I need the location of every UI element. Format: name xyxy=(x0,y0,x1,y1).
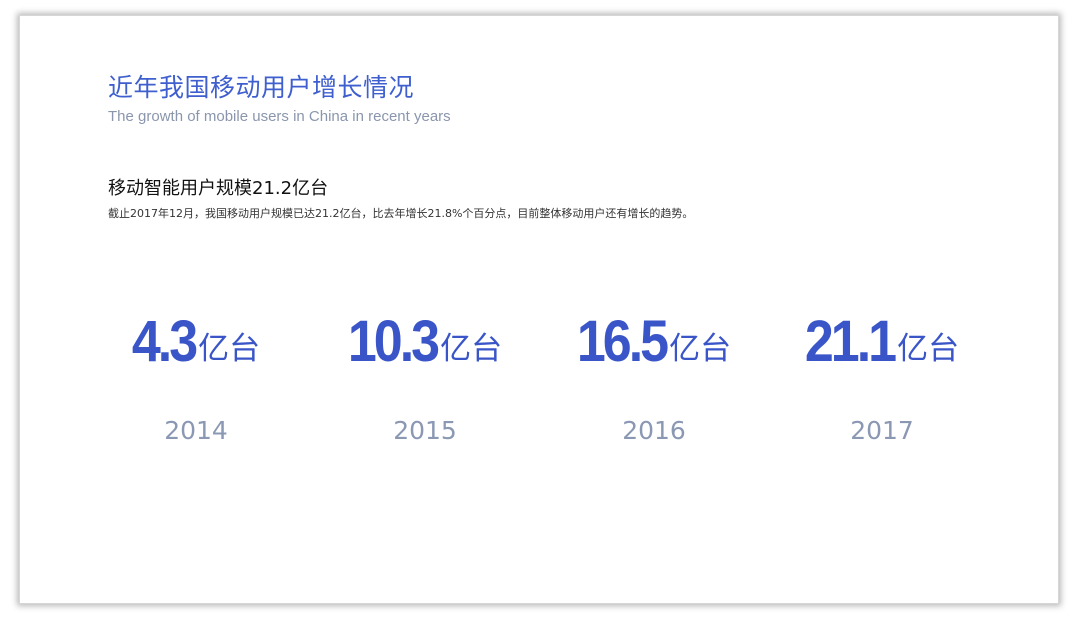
stat-number: 10.3 xyxy=(347,309,440,375)
stat-number: 4.3 xyxy=(131,309,198,375)
stat-item-2017: 21.1亿台 2017 xyxy=(772,309,992,445)
stat-item-2015: 10.3亿台 2015 xyxy=(315,309,535,445)
stat-item-2016: 16.5亿台 2016 xyxy=(544,309,764,445)
stat-number: 16.5 xyxy=(576,309,669,375)
stat-unit: 亿台 xyxy=(897,331,960,367)
stat-value: 21.1亿台 xyxy=(772,309,992,375)
section-title: 移动智能用户规模21.2亿台 xyxy=(108,178,329,199)
stat-unit: 亿台 xyxy=(669,331,732,367)
stat-item-2014: 4.3亿台 2014 xyxy=(86,309,306,445)
stat-year: 2015 xyxy=(393,416,457,445)
stats-row: 4.3亿台 2014 10.3亿台 2015 16.5亿台 2016 21.1亿… xyxy=(20,309,1058,466)
stat-year: 2014 xyxy=(164,416,228,445)
page-title: 近年我国移动用户增长情况 xyxy=(108,73,415,102)
stat-unit: 亿台 xyxy=(198,331,261,367)
stat-value: 16.5亿台 xyxy=(544,309,764,375)
stat-value: 4.3亿台 xyxy=(86,309,306,375)
stat-year: 2017 xyxy=(850,416,914,445)
page-subtitle: The growth of mobile users in China in r… xyxy=(108,108,451,125)
slide: 近年我国移动用户增长情况 The growth of mobile users … xyxy=(20,16,1058,603)
stat-unit: 亿台 xyxy=(440,331,503,367)
stat-value: 10.3亿台 xyxy=(315,309,535,375)
stat-number: 21.1 xyxy=(804,309,897,375)
section-description: 截止2017年12月，我国移动用户规模已达21.2亿台，比去年增长21.8%个百… xyxy=(108,207,694,220)
stat-year: 2016 xyxy=(622,416,686,445)
